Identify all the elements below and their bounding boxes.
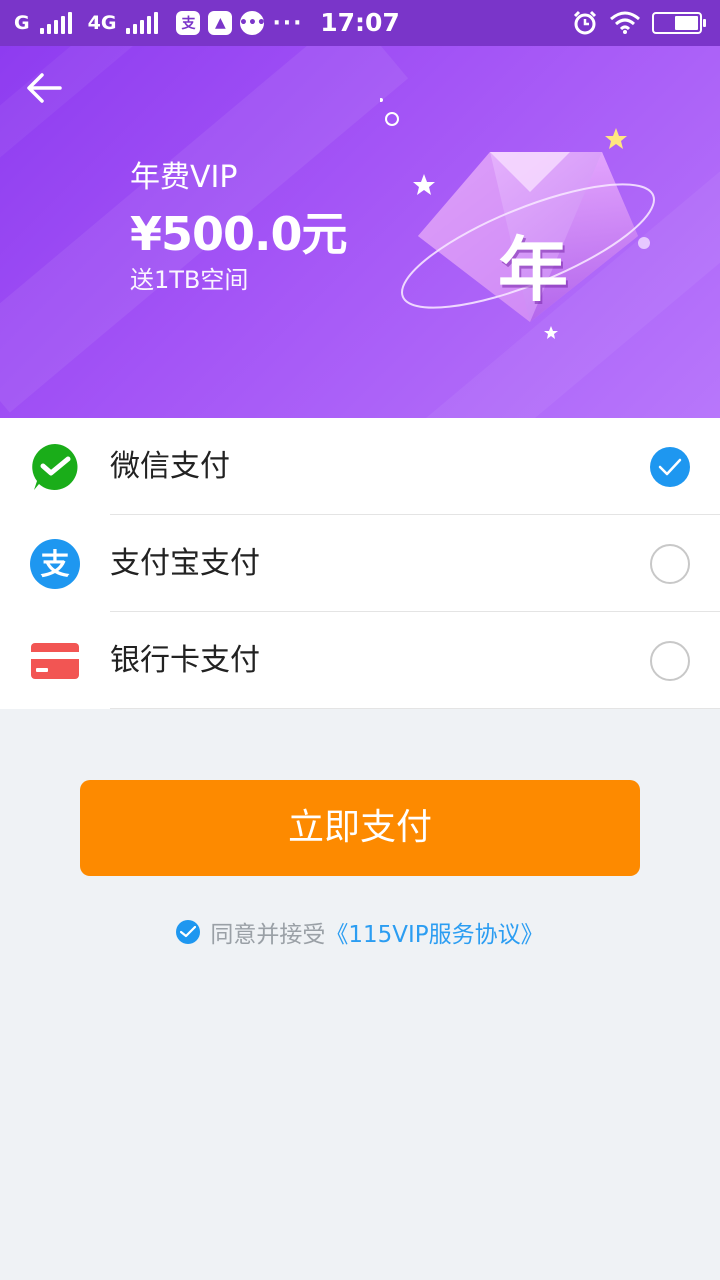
agreement-row: 同意并接受 《115VIP服务协议》: [0, 914, 720, 950]
divider: [110, 708, 720, 709]
check-icon: [180, 926, 197, 938]
signal-icon: [126, 12, 159, 34]
check-icon: [658, 458, 682, 476]
alarm-icon: [573, 10, 597, 35]
payment-method-list: 微信支付 支 支付宝支付 银行卡支付: [0, 418, 720, 709]
payment-option-alipay[interactable]: 支 支付宝支付: [0, 515, 720, 612]
payment-option-label: 银行卡支付: [110, 643, 260, 678]
alipay-notification-icon: 支: [176, 11, 201, 35]
photo-notification-icon: ▲: [208, 11, 233, 35]
radio-selected[interactable]: [650, 447, 690, 487]
bank-card-icon: [31, 643, 79, 679]
service-agreement-link[interactable]: 《115VIP服务协议》: [325, 915, 543, 949]
annual-badge-char: 年: [498, 229, 568, 311]
plan-price: ¥500.0元: [130, 207, 348, 261]
agreement-checkbox[interactable]: [176, 920, 201, 944]
battery-level: [675, 16, 698, 30]
plan-bonus: 送1TB空间: [130, 266, 249, 294]
back-arrow-icon: [27, 73, 62, 103]
back-button[interactable]: [22, 66, 66, 110]
payment-option-label: 微信支付: [110, 449, 230, 484]
wechat-pay-icon: [32, 444, 78, 490]
wifi-icon: [610, 11, 640, 34]
vip-plan-banner: 年费VIP ¥500.0元 送1TB空间 年: [0, 46, 720, 418]
more-notifications-icon: ···: [272, 10, 304, 36]
payment-option-bank-card[interactable]: 银行卡支付: [0, 612, 720, 709]
battery-icon: [652, 12, 706, 34]
diamond-badge: 年: [379, 86, 680, 386]
svg-text:支: 支: [40, 547, 69, 581]
chat-notification-icon: •••: [239, 11, 266, 35]
carrier-label: G: [14, 12, 30, 34]
payment-option-wechat[interactable]: 微信支付: [0, 418, 720, 515]
pay-now-button[interactable]: 立即支付: [80, 780, 640, 876]
radio-unselected[interactable]: [650, 544, 690, 584]
plan-name: 年费VIP: [130, 160, 238, 195]
alipay-icon: 支: [30, 539, 80, 589]
status-bar: G 4G 支 ▲ ••• ··· 17:07: [0, 0, 720, 46]
payment-option-label: 支付宝支付: [110, 546, 260, 581]
radio-unselected[interactable]: [650, 641, 690, 681]
signal-icon: [39, 12, 72, 34]
network-type-label: 4G: [87, 12, 117, 34]
agreement-text: 同意并接受: [210, 922, 326, 948]
